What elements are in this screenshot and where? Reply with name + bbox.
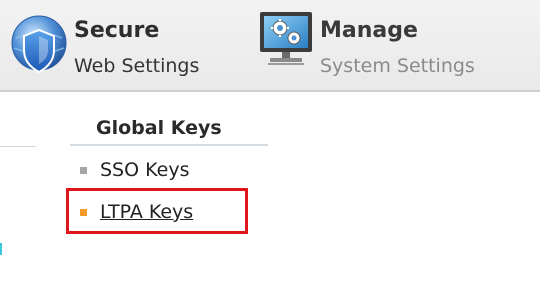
shield-globe-icon (11, 15, 67, 74)
screen: Secure Web Settings Manage System Settin… (0, 0, 540, 303)
bullet-icon (80, 209, 87, 216)
left-panel-divider (0, 146, 36, 147)
bullet-icon (80, 167, 87, 174)
submenu-item-sso-keys[interactable]: SSO Keys (70, 152, 270, 188)
submenu-item-ltpa-keys[interactable]: LTPA Keys (70, 194, 270, 230)
nav-tab-manage[interactable]: Manage System Settings (258, 8, 528, 86)
monitor-gears-icon (260, 12, 312, 65)
submenu-item-label: LTPA Keys (100, 201, 194, 223)
submenu-item-label: SSO Keys (100, 159, 190, 181)
top-navigation-bar: Secure Web Settings Manage System Settin… (0, 0, 540, 92)
submenu-heading: Global Keys (70, 117, 268, 146)
left-panel-accent (0, 243, 2, 255)
nav-manage-title: Manage (320, 18, 418, 43)
nav-manage-subtitle: System Settings (320, 55, 475, 77)
global-keys-submenu: Global Keys SSO Keys LTPA Keys (70, 117, 270, 230)
nav-secure-subtitle: Web Settings (74, 55, 200, 77)
nav-secure-title: Secure (74, 18, 160, 43)
nav-tab-secure[interactable]: Secure Web Settings (8, 8, 240, 86)
